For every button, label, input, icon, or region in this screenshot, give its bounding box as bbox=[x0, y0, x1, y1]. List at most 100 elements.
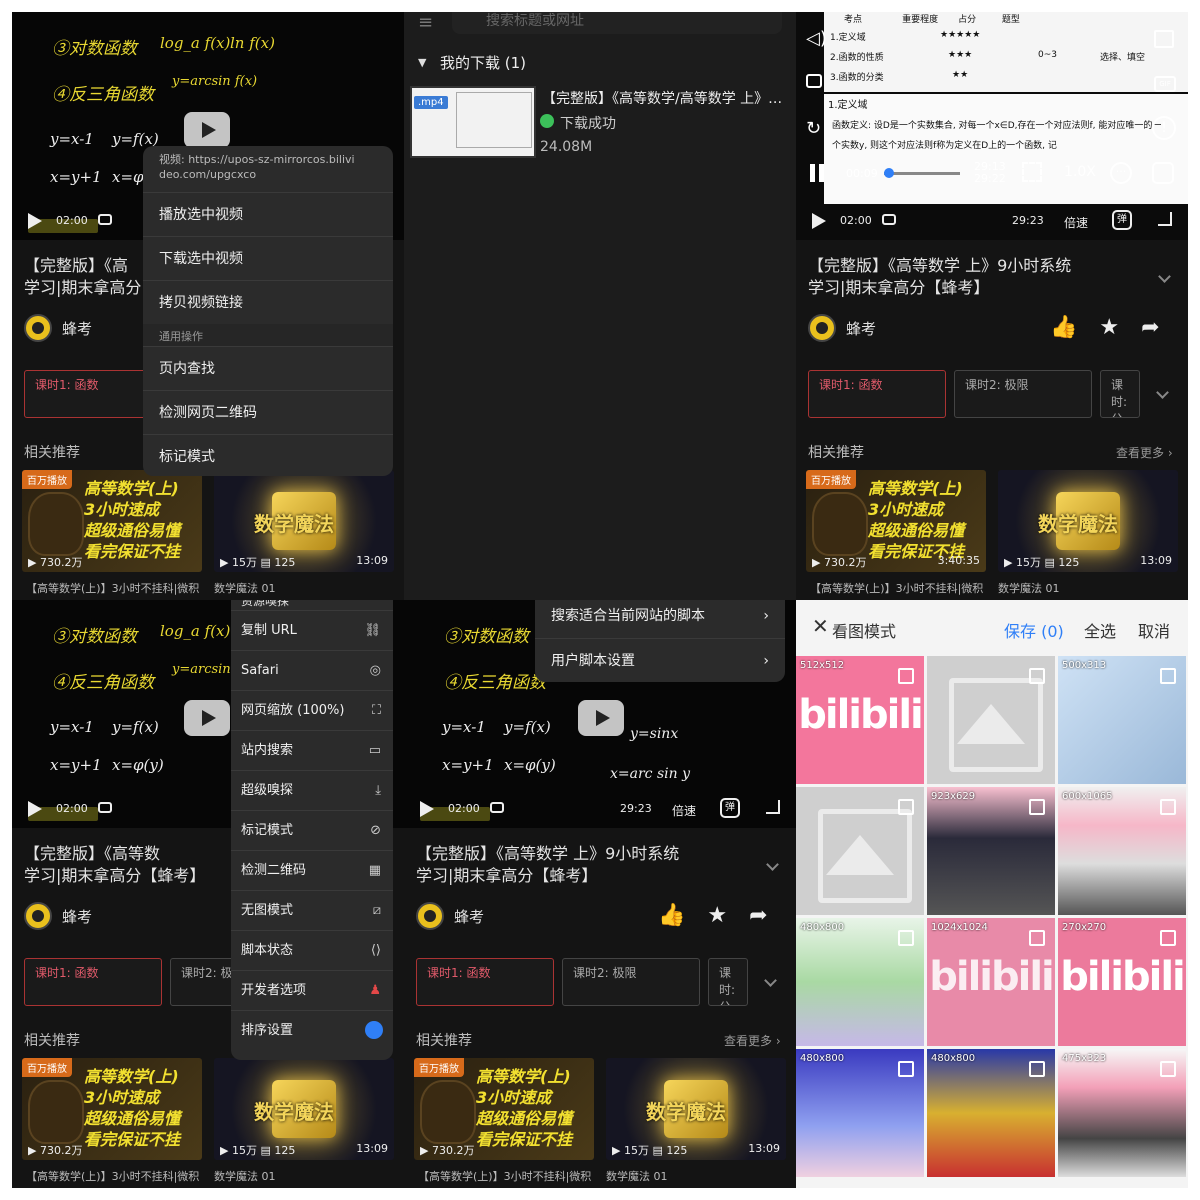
lesson-1[interactable]: 课时1: 函数 bbox=[416, 958, 554, 1006]
checkbox[interactable] bbox=[898, 799, 914, 815]
tv-icon[interactable] bbox=[98, 214, 112, 225]
image-cell[interactable]: bilibili 1024x1024 bbox=[927, 918, 1055, 1046]
image-cell[interactable]: 480x800 bbox=[796, 1049, 924, 1177]
search-input[interactable]: 搜索标题或网址 bbox=[452, 12, 782, 34]
sort-icon[interactable]: ≡ bbox=[418, 12, 433, 33]
save-button[interactable]: 保存 (0) bbox=[1004, 618, 1064, 642]
related-thumb-2[interactable]: 数学魔法 ▶ 15万 ▤ 125 13:09 bbox=[214, 470, 394, 572]
menu-dev[interactable]: 开发者选项 ♟ bbox=[231, 970, 393, 1010]
author-name[interactable]: 蜂考 bbox=[62, 318, 92, 339]
chevron-down-icon[interactable] bbox=[766, 858, 779, 871]
fullscreen-icon[interactable] bbox=[766, 800, 780, 814]
related-caption[interactable]: 数学魔法 01 bbox=[214, 1168, 276, 1184]
related-caption[interactable]: 数学魔法 01 bbox=[214, 580, 276, 596]
gif-icon[interactable]: GIF bbox=[1154, 76, 1176, 92]
fullscreen-icon[interactable] bbox=[1152, 162, 1174, 184]
menu-item-cut[interactable]: 资源嗅探 bbox=[231, 600, 393, 610]
seek-bar[interactable] bbox=[884, 172, 960, 175]
fullscreen-icon[interactable] bbox=[1158, 212, 1172, 226]
danmaku-toggle[interactable]: 弹 bbox=[1112, 210, 1132, 230]
action-icons[interactable]: 👍★➦ bbox=[1050, 315, 1182, 340]
image-cell[interactable] bbox=[927, 656, 1055, 784]
author-name[interactable]: 蜂考 bbox=[454, 906, 484, 927]
play-icon[interactable] bbox=[420, 801, 434, 817]
checkbox[interactable] bbox=[1160, 1061, 1176, 1077]
image-cell[interactable]: 475x323 bbox=[1058, 1049, 1186, 1177]
play-icon[interactable] bbox=[812, 213, 826, 229]
play-icon[interactable] bbox=[28, 213, 42, 229]
avatar[interactable] bbox=[24, 314, 52, 342]
speed-button[interactable]: 倍速 bbox=[1064, 214, 1088, 231]
image-cell[interactable] bbox=[796, 787, 924, 915]
related-caption[interactable]: 数学魔法 01 bbox=[606, 1168, 668, 1184]
avatar[interactable] bbox=[24, 902, 52, 930]
play-icon[interactable] bbox=[578, 700, 624, 736]
danmaku-toggle[interactable]: 弹 bbox=[720, 798, 740, 818]
lesson-3[interactable]: 课时:公式 bbox=[708, 958, 748, 1006]
select-all-button[interactable]: 全选 bbox=[1084, 618, 1116, 642]
speed-button[interactable]: 倍速 bbox=[672, 802, 696, 819]
avatar[interactable] bbox=[416, 902, 444, 930]
video-player[interactable]: 考点 重要程度 占分 题型 1.定义域 ★★★★★ 0~3 选择、填空 2.函数… bbox=[796, 12, 1188, 240]
image-cell[interactable]: 923x629 bbox=[927, 787, 1055, 915]
downloads-section[interactable]: 我的下载 (1) bbox=[440, 52, 526, 73]
chevron-down-icon[interactable] bbox=[1156, 386, 1169, 399]
lesson-1[interactable]: 课时1: 函数 bbox=[808, 370, 946, 418]
chevron-down-icon[interactable] bbox=[764, 974, 777, 987]
menu-download-selected[interactable]: 下载选中视频 bbox=[143, 236, 393, 280]
menu-script-settings[interactable]: 用户脚本设置 › bbox=[535, 638, 785, 682]
screenshot-icon[interactable] bbox=[1154, 30, 1174, 48]
see-more-link[interactable]: 查看更多 › bbox=[1116, 444, 1173, 461]
play-icon[interactable] bbox=[184, 700, 230, 736]
close-icon[interactable]: ✕ bbox=[812, 614, 829, 638]
more-icon[interactable]: ··· bbox=[1110, 162, 1132, 184]
menu-zoom[interactable]: 网页缩放 (100%) ⛶ bbox=[231, 690, 393, 730]
checkbox[interactable] bbox=[1029, 930, 1045, 946]
related-caption[interactable]: 【高等数学(上)】3小时不挂科|微积 bbox=[810, 580, 983, 596]
checkbox[interactable] bbox=[1029, 799, 1045, 815]
loop-icon[interactable]: ↻ bbox=[806, 118, 821, 139]
related-thumb-2[interactable]: 数学魔法 ▶ 15万 ▤ 125 13:09 bbox=[998, 470, 1178, 572]
lesson-1[interactable]: 课时1: 函数 bbox=[24, 958, 162, 1006]
menu-mark[interactable]: 标记模式 bbox=[143, 434, 393, 476]
image-cell[interactable]: bilibili 512x512 bbox=[796, 656, 924, 784]
checkbox[interactable] bbox=[1160, 668, 1176, 684]
menu-script-status[interactable]: 脚本状态 ⟨⟩ bbox=[231, 930, 393, 970]
tv-icon[interactable] bbox=[882, 214, 896, 225]
author-name[interactable]: 蜂考 bbox=[846, 318, 876, 339]
image-cell[interactable]: bilibili 270x270 bbox=[1058, 918, 1186, 1046]
chevron-down-icon[interactable] bbox=[1158, 270, 1171, 283]
related-caption[interactable]: 【高等数学(上)】3小时不挂科|微积 bbox=[418, 1168, 591, 1184]
cancel-button[interactable]: 取消 bbox=[1138, 618, 1170, 642]
action-icons[interactable]: 👍★➦ bbox=[658, 903, 790, 928]
speed-button[interactable]: 1.0X bbox=[1064, 164, 1096, 180]
menu-search-scripts[interactable]: 搜索适合当前网站的脚本 › bbox=[535, 600, 785, 638]
image-cell[interactable]: 600x1065 bbox=[1058, 787, 1186, 915]
menu-qr[interactable]: 检测网页二维码 bbox=[143, 390, 393, 434]
related-thumb-2[interactable]: 数学魔法 ▶ 15万 ▤ 125 13:09 bbox=[606, 1058, 786, 1160]
seek-handle[interactable] bbox=[884, 168, 894, 178]
info-icon[interactable]: ! bbox=[1152, 116, 1176, 140]
pause-icon[interactable] bbox=[819, 164, 824, 182]
volume-icon[interactable]: ◁) bbox=[806, 28, 827, 49]
checkbox[interactable] bbox=[898, 930, 914, 946]
related-thumb-2[interactable]: 数学魔法 ▶ 15万 ▤ 125 13:09 bbox=[214, 1058, 394, 1160]
menu-copy-url[interactable]: 复制 URL ⛓ bbox=[231, 610, 393, 650]
see-more-link[interactable]: 查看更多 › bbox=[724, 1032, 781, 1049]
play-icon[interactable] bbox=[184, 112, 230, 148]
tv-icon[interactable] bbox=[98, 802, 112, 813]
lesson-1[interactable]: 课时1: 函数 bbox=[24, 370, 162, 418]
checkbox[interactable] bbox=[1029, 668, 1045, 684]
menu-copy-link[interactable]: 拷贝视频链接 bbox=[143, 280, 393, 324]
lock-icon[interactable] bbox=[806, 74, 822, 88]
play-icon[interactable] bbox=[28, 801, 42, 817]
menu-find[interactable]: 页内查找 bbox=[143, 346, 393, 390]
collapse-icon[interactable]: ▼ bbox=[418, 56, 426, 69]
menu-mark[interactable]: 标记模式 ⊘ bbox=[231, 810, 393, 850]
related-thumb-1[interactable]: 百万播放 高等数学(上) 3小时速成 超级通俗易懂 看完保证不挂 ▶ 730.2万 bbox=[22, 1058, 202, 1160]
related-thumb-1[interactable]: 百万播放 高等数学(上) 3小时速成 超级通俗易懂 看完保证不挂 ▶ 730.2万 bbox=[414, 1058, 594, 1160]
avatar[interactable] bbox=[808, 314, 836, 342]
checkbox[interactable] bbox=[1160, 799, 1176, 815]
image-cell[interactable]: 480x800 bbox=[796, 918, 924, 1046]
image-cell[interactable]: 500x313 bbox=[1058, 656, 1186, 784]
